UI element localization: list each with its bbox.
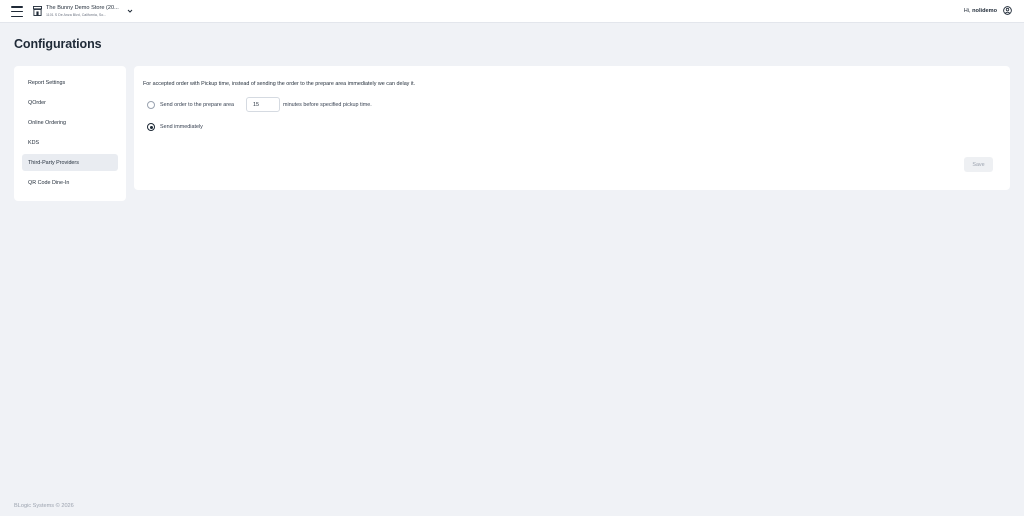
chevron-down-icon[interactable] [127, 8, 133, 14]
footer-copyright: BLogic Systems © 2026 [14, 503, 74, 509]
send-immediately-label: Send immediately [160, 124, 203, 130]
hamburger-menu-icon[interactable] [11, 6, 23, 17]
send-delayed-radio[interactable] [147, 101, 155, 109]
sidebar-item-third-party-providers[interactable]: Third-Party Providers [22, 154, 118, 171]
settings-description: For accepted order with Pickup time, ins… [143, 81, 416, 87]
minutes-before-input[interactable] [246, 97, 280, 112]
username: nolidemo [972, 8, 997, 14]
user-greeting: Hi, nolidemo [964, 8, 997, 14]
store-name: The Bunny Demo Store (20... [46, 5, 119, 11]
store-icon [33, 6, 42, 16]
send-delayed-label: Send order to the prepare area [160, 102, 235, 108]
store-address: 1101 S De Anza Blvd, California, So... [46, 13, 107, 17]
greeting-prefix: Hi, [963, 8, 971, 14]
top-bar: The Bunny Demo Store (20... 1101 S De An… [0, 0, 1024, 23]
page-title: Configurations [14, 37, 102, 51]
send-immediately-radio[interactable] [147, 123, 155, 131]
sidebar-item-kds[interactable]: KDS [22, 134, 118, 151]
save-button[interactable]: Save [964, 157, 993, 172]
sidebar-item-qorder[interactable]: QOrder [22, 94, 118, 111]
pickup-delay-settings-panel: For accepted order with Pickup time, ins… [134, 66, 1010, 190]
store-selector[interactable]: The Bunny Demo Store (20... 1101 S De An… [46, 5, 119, 18]
sidebar-item-report-settings[interactable]: Report Settings [22, 74, 118, 91]
minutes-suffix-label: minutes before specified pickup time. [283, 102, 372, 108]
user-circle-icon[interactable] [1003, 6, 1012, 15]
sidebar-item-qr-code-dine-in[interactable]: QR Code Dine-In [22, 174, 118, 191]
settings-sidebar: Report Settings QOrder Online Ordering K… [14, 66, 126, 201]
sidebar-item-online-ordering[interactable]: Online Ordering [22, 114, 118, 131]
